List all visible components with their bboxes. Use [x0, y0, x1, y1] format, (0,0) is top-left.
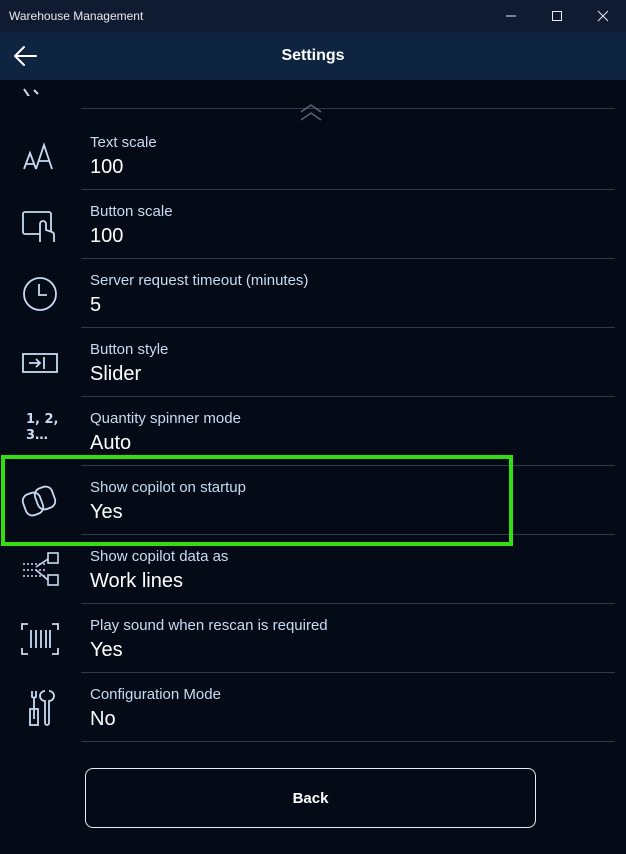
setting-label: Quantity spinner mode	[90, 410, 241, 427]
window-titlebar: Warehouse Management	[0, 0, 626, 32]
close-icon	[597, 10, 609, 22]
settings-row-play-sound[interactable]: Play sound when rescan is required Yes	[0, 604, 626, 673]
arrow-left-icon	[14, 46, 37, 66]
page-title: Settings	[281, 47, 345, 64]
settings-list[interactable]: 4 Text scale 100 Button	[0, 80, 626, 744]
setting-value: Yes	[90, 501, 123, 523]
settings-row-server-timeout[interactable]: Server request timeout (minutes) 5	[0, 259, 626, 328]
setting-value: 100	[90, 225, 124, 247]
setting-label: Server request timeout (minutes)	[90, 272, 309, 289]
settings-row-quantity-spinner[interactable]: 1, 2, 3… Quantity spinner mode Auto	[0, 397, 626, 466]
data-flow-icon	[18, 549, 62, 591]
minimize-icon	[506, 15, 516, 17]
setting-value: No	[90, 708, 116, 730]
close-button[interactable]	[580, 0, 626, 32]
text-scale-icon	[18, 135, 62, 177]
row-divider	[81, 108, 615, 109]
minimize-button[interactable]	[488, 0, 534, 32]
settings-row-button-style[interactable]: Button style Slider	[0, 328, 626, 397]
copilot-icon	[18, 480, 62, 522]
partial-icon	[18, 80, 62, 96]
back-arrow-button[interactable]	[12, 44, 38, 68]
setting-label: Play sound when rescan is required	[90, 617, 328, 634]
setting-label: Button scale	[90, 203, 173, 220]
numbers-icon-line1: 1, 2,	[26, 412, 59, 427]
setting-value: 100	[90, 156, 124, 178]
barcode-scan-icon	[18, 618, 62, 660]
settings-row-configuration-mode[interactable]: Configuration Mode No	[0, 673, 626, 742]
setting-label: Button style	[90, 341, 169, 358]
setting-value: Yes	[90, 639, 123, 661]
numbers-icon-line2: 3…	[26, 428, 49, 443]
setting-value: Work lines	[90, 570, 183, 592]
setting-value: Slider	[90, 363, 142, 385]
back-button[interactable]: Back	[85, 768, 536, 828]
button-style-icon	[18, 342, 62, 384]
maximize-button[interactable]	[534, 0, 580, 32]
setting-value: Auto	[90, 432, 132, 454]
settings-row-button-scale[interactable]: Button scale 100	[0, 190, 626, 259]
maximize-icon	[552, 11, 562, 21]
setting-label: Show copilot data as	[90, 548, 229, 565]
setting-value: 5	[90, 294, 102, 316]
app-title: Warehouse Management	[9, 9, 144, 23]
setting-label: Text scale	[90, 134, 157, 151]
setting-label: Configuration Mode	[90, 686, 221, 703]
settings-row-text-scale[interactable]: Text scale 100	[0, 121, 626, 190]
numbers-icon: 1, 2, 3…	[26, 412, 70, 454]
app-header: Settings	[0, 32, 626, 80]
settings-row-show-copilot[interactable]: Show copilot on startup Yes	[0, 466, 626, 535]
button-scale-icon	[18, 204, 62, 246]
window-controls	[488, 0, 626, 32]
settings-row-copilot-data[interactable]: Show copilot data as Work lines	[0, 535, 626, 604]
clock-icon	[18, 273, 62, 315]
setting-label: Show copilot on startup	[90, 479, 246, 496]
tools-icon	[18, 687, 62, 729]
row-divider	[81, 741, 615, 742]
